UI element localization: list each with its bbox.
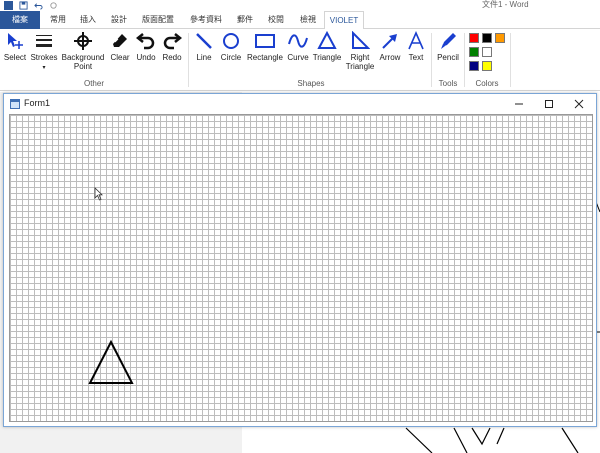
arrow-label: Arrow (379, 53, 401, 62)
right-triangle-label: Triangle (345, 62, 375, 71)
redo-icon[interactable] (49, 1, 58, 10)
color-swatch-red[interactable] (469, 33, 479, 43)
title-bar: 文件1 - Word (0, 0, 600, 11)
tab-references[interactable]: 參考資料 (184, 11, 228, 29)
drawing-canvas[interactable] (9, 114, 593, 422)
circle-icon (223, 33, 239, 49)
text-label: Text (408, 53, 424, 62)
rectangle-button[interactable]: Rectangle (245, 31, 285, 62)
group-label-colors: Colors (475, 79, 499, 88)
color-swatch-white[interactable] (482, 47, 492, 57)
group-separator (510, 33, 511, 87)
drawn-triangle[interactable] (88, 339, 134, 384)
redo-arrow-icon (163, 33, 182, 50)
close-button[interactable] (564, 94, 594, 114)
mouse-cursor-icon (94, 187, 103, 201)
form-title-bar[interactable]: Form1 (4, 94, 596, 114)
circle-label: Circle (220, 53, 242, 62)
minimize-button[interactable] (504, 94, 534, 114)
color-swatch-navy[interactable] (469, 61, 479, 71)
ribbon: Select Strokes ▾ Background Point Clear … (0, 29, 600, 91)
tab-home[interactable]: 常用 (44, 11, 72, 29)
point-label: Point (73, 62, 93, 71)
select-icon (8, 33, 23, 49)
tab-mailings[interactable]: 郵件 (232, 11, 258, 29)
strokes-button[interactable]: Strokes ▾ (30, 31, 58, 73)
text-icon (408, 31, 424, 50)
curve-icon (288, 34, 308, 48)
background-point-button[interactable]: Background Point (60, 31, 106, 71)
strokes-icon (36, 35, 52, 47)
rectangle-icon (255, 34, 275, 48)
triangle-icon (317, 31, 337, 49)
canvas-shapes (88, 187, 134, 384)
triangle-button[interactable]: Triangle (311, 31, 343, 62)
line-icon (196, 33, 212, 49)
select-label: Select (3, 53, 27, 62)
form-title: Form1 (24, 98, 51, 108)
group-separator (464, 33, 465, 87)
minimize-icon (515, 103, 523, 105)
maximize-button[interactable] (534, 94, 564, 114)
clear-label: Clear (110, 53, 130, 62)
color-swatch-black[interactable] (482, 33, 492, 43)
form-app-icon (10, 99, 20, 109)
undo-button[interactable]: Undo (134, 31, 158, 62)
word-logo-icon (4, 1, 13, 10)
tab-review[interactable]: 校閱 (262, 11, 290, 29)
undo-arrow-icon (136, 33, 155, 50)
pencil-button[interactable]: Pencil (434, 31, 462, 62)
strokes-dropdown-icon[interactable]: ▾ (42, 65, 45, 71)
arrow-icon (382, 34, 397, 49)
right-label: Right (350, 53, 370, 62)
line-button[interactable]: Line (192, 31, 216, 62)
curve-label: Curve (287, 53, 309, 62)
curve-button[interactable]: Curve (286, 31, 310, 62)
arrow-button[interactable]: Arrow (377, 31, 403, 62)
redo-button[interactable]: Redo (160, 31, 184, 62)
tab-violet[interactable]: VIOLET (324, 11, 364, 30)
group-separator (431, 33, 432, 87)
document-title: 文件1 - Word (482, 0, 529, 9)
clear-button[interactable]: Clear (108, 31, 132, 62)
right-triangle-icon (352, 31, 370, 49)
color-swatch-green[interactable] (469, 47, 479, 57)
maximize-icon (545, 100, 553, 108)
color-swatch-yellow[interactable] (482, 61, 492, 71)
group-label-shapes: Shapes (297, 79, 325, 88)
ribbon-tabs: 檔案 常用 插入 設計 版面配置 參考資料 郵件 校閱 檢視 VIOLET (0, 11, 600, 30)
tab-file[interactable]: 檔案 (0, 11, 40, 29)
background-label: Background (61, 53, 105, 62)
tab-insert[interactable]: 插入 (74, 11, 102, 29)
form-window: Form1 (3, 93, 597, 427)
eraser-icon (113, 34, 127, 47)
circle-button[interactable]: Circle (218, 31, 244, 62)
group-label-other: Other (83, 79, 104, 88)
group-label-tools: Tools (438, 79, 458, 88)
group-separator (188, 33, 189, 87)
triangle-label: Triangle (312, 53, 342, 62)
quick-access-toolbar (4, 0, 58, 11)
text-button[interactable]: Text (404, 31, 428, 62)
undo-icon[interactable] (34, 1, 43, 10)
redo-label: Redo (162, 53, 182, 62)
tab-layout[interactable]: 版面配置 (136, 11, 180, 29)
right-triangle-button[interactable]: Right Triangle (344, 31, 376, 71)
close-icon (574, 99, 584, 109)
tab-view[interactable]: 檢視 (294, 11, 322, 29)
tab-design[interactable]: 設計 (104, 11, 134, 29)
undo-label: Undo (136, 53, 156, 62)
crosshair-icon (74, 32, 92, 50)
word-window: 文件1 - Word 檔案 常用 插入 設計 版面配置 參考資料 郵件 校閱 檢… (0, 0, 600, 453)
strokes-label: Strokes (30, 53, 58, 62)
line-label: Line (196, 53, 212, 62)
select-button[interactable]: Select (2, 31, 28, 62)
color-swatch-orange[interactable] (495, 33, 505, 43)
pencil-label: Pencil (437, 53, 459, 62)
rectangle-label: Rectangle (246, 53, 284, 62)
save-icon[interactable] (19, 1, 28, 10)
pencil-icon (441, 33, 456, 49)
